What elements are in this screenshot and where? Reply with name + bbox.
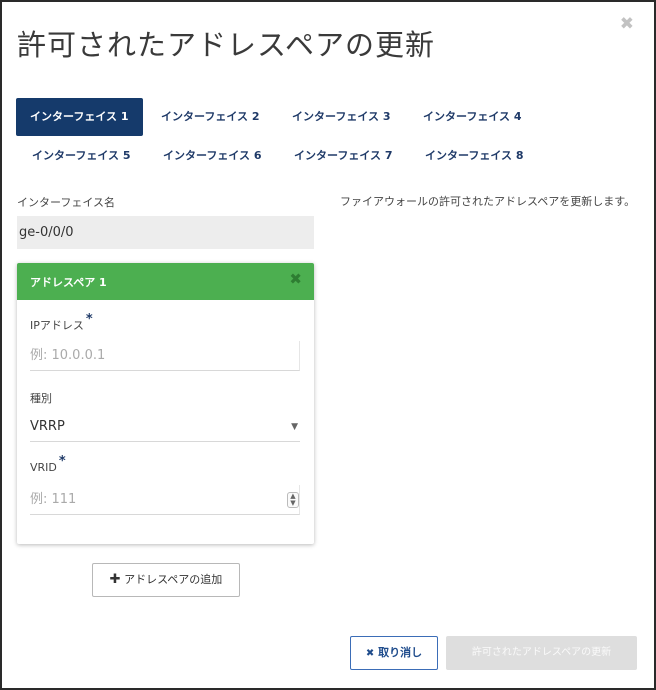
close-icon: ✖ [365, 648, 375, 659]
tab-interface-4[interactable]: インターフェイス 4 [409, 98, 536, 136]
address-pair-card: アドレスペア 1 ✖ IPアドレス * 例: 10.0.0.1 種別 VRRP ▼… [17, 263, 314, 544]
dialog-title: 許可されたアドレスペアの更新 [17, 28, 435, 62]
add-address-pair-button[interactable]: ✚ アドレスペアの追加 [92, 563, 240, 597]
interface-name-value: ge-0/0/0 [17, 216, 314, 249]
cancel-button[interactable]: ✖ 取り消し [350, 636, 438, 670]
vrid-input[interactable]: 例: 111 ▲ ▼ [30, 485, 300, 515]
add-address-pair-label: アドレスペアの追加 [124, 573, 223, 586]
vrid-label: VRID * [30, 454, 66, 475]
required-mark: * [58, 454, 66, 469]
type-select[interactable]: VRRP ▼ [30, 412, 300, 442]
stepper-icon[interactable]: ▲ ▼ [287, 492, 299, 508]
type-select-value: VRRP [30, 419, 65, 434]
tab-interface-7[interactable]: インターフェイス 7 [280, 137, 407, 175]
tab-interface-5[interactable]: インターフェイス 5 [18, 137, 145, 175]
cancel-label: 取り消し [378, 646, 423, 659]
remove-pair-icon[interactable]: ✖ [289, 270, 302, 288]
plus-icon: ✚ [109, 572, 121, 587]
tab-interface-6[interactable]: インターフェイス 6 [149, 137, 276, 175]
required-mark: * [85, 312, 93, 327]
vrid-placeholder: 例: 111 [30, 492, 77, 507]
address-pair-header: アドレスペア 1 ✖ [17, 263, 314, 300]
update-button[interactable]: 許可されたアドレスペアの更新 [446, 636, 637, 670]
address-pair-title: アドレスペア 1 [30, 276, 107, 289]
type-label: 種別 [30, 392, 52, 405]
close-icon[interactable]: ✖ [620, 14, 634, 34]
tab-interface-2[interactable]: インターフェイス 2 [147, 98, 274, 136]
dialog-description: ファイアウォールの許可されたアドレスペアを更新します。 [340, 195, 636, 208]
ip-address-label: IPアドレス * [30, 312, 93, 333]
tab-interface-3[interactable]: インターフェイス 3 [278, 98, 405, 136]
tab-interface-8[interactable]: インターフェイス 8 [411, 137, 538, 175]
vrid-label-text: VRID [30, 461, 57, 474]
chevron-down-icon: ▼ [291, 422, 298, 432]
ip-address-label-text: IPアドレス [30, 319, 84, 332]
interface-name-label: インターフェイス名 [17, 196, 116, 209]
update-address-pairs-dialog: ✖ 許可されたアドレスペアの更新 インターフェイス 1 インターフェイス 2 イ… [0, 0, 656, 690]
tab-interface-1[interactable]: インターフェイス 1 [16, 98, 143, 136]
ip-address-input[interactable]: 例: 10.0.0.1 [30, 341, 300, 371]
